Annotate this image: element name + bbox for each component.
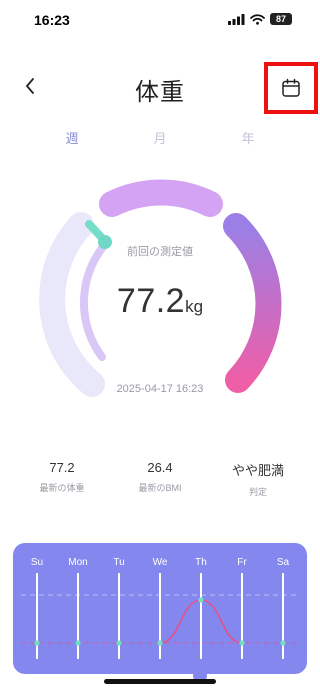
stat-latest-bmi: 26.4 最新のBMI bbox=[115, 460, 205, 494]
tab-week[interactable]: 週 bbox=[65, 128, 78, 147]
stat-label: 最新の体重 bbox=[39, 483, 85, 493]
stat-judgement: やや肥満 判定 bbox=[213, 460, 303, 498]
period-tabs: 週 月 年 bbox=[0, 128, 320, 148]
measurement-datetime: 2025-04-17 16:23 bbox=[116, 383, 204, 395]
empty-day-point bbox=[157, 640, 163, 646]
navigation-bar: 体重 bbox=[0, 62, 320, 114]
home-indicator bbox=[104, 679, 216, 684]
stat-value: 77.2 bbox=[49, 460, 75, 475]
wifi-icon bbox=[250, 13, 265, 25]
empty-day-point bbox=[116, 640, 122, 646]
weight-value: 77.2 bbox=[116, 282, 186, 320]
gauge-top-arc bbox=[99, 179, 223, 217]
weekly-marks bbox=[34, 573, 286, 659]
weekly-chart bbox=[21, 573, 299, 659]
empty-day-point bbox=[75, 640, 81, 646]
stat-latest-weight: 77.2 最新の体重 bbox=[17, 460, 107, 494]
calendar-icon bbox=[282, 78, 300, 97]
tab-month[interactable]: 月 bbox=[153, 128, 166, 147]
calendar-button[interactable] bbox=[264, 62, 318, 114]
stat-label: 最新のBMI bbox=[138, 483, 182, 493]
battery-level: 87 bbox=[275, 14, 286, 24]
signal-icon bbox=[228, 13, 245, 25]
status-bar: 16:23 87 bbox=[0, 0, 320, 40]
weight-unit: kg bbox=[185, 297, 204, 316]
empty-day-point bbox=[34, 640, 40, 646]
stat-value: やや肥満 bbox=[231, 463, 284, 478]
tab-year[interactable]: 年 bbox=[241, 128, 254, 147]
stat-value: 26.4 bbox=[147, 460, 173, 475]
battery-icon: 87 bbox=[270, 13, 292, 25]
empty-day-point bbox=[280, 640, 286, 646]
status-icons: 87 bbox=[228, 13, 292, 25]
stat-label: 判定 bbox=[248, 487, 267, 497]
gauge-value: 77.2kg bbox=[0, 282, 320, 321]
empty-day-point bbox=[239, 640, 245, 646]
weight-point bbox=[198, 597, 204, 603]
stats-row: 77.2 最新の体重 26.4 最新のBMI やや肥満 判定 bbox=[0, 460, 320, 500]
weekly-chart-panel[interactable]: Su Mon Tu We Th Fr Sa bbox=[13, 543, 307, 674]
gauge-caption: 前回の測定値 bbox=[127, 246, 193, 258]
status-time: 16:23 bbox=[34, 12, 70, 28]
